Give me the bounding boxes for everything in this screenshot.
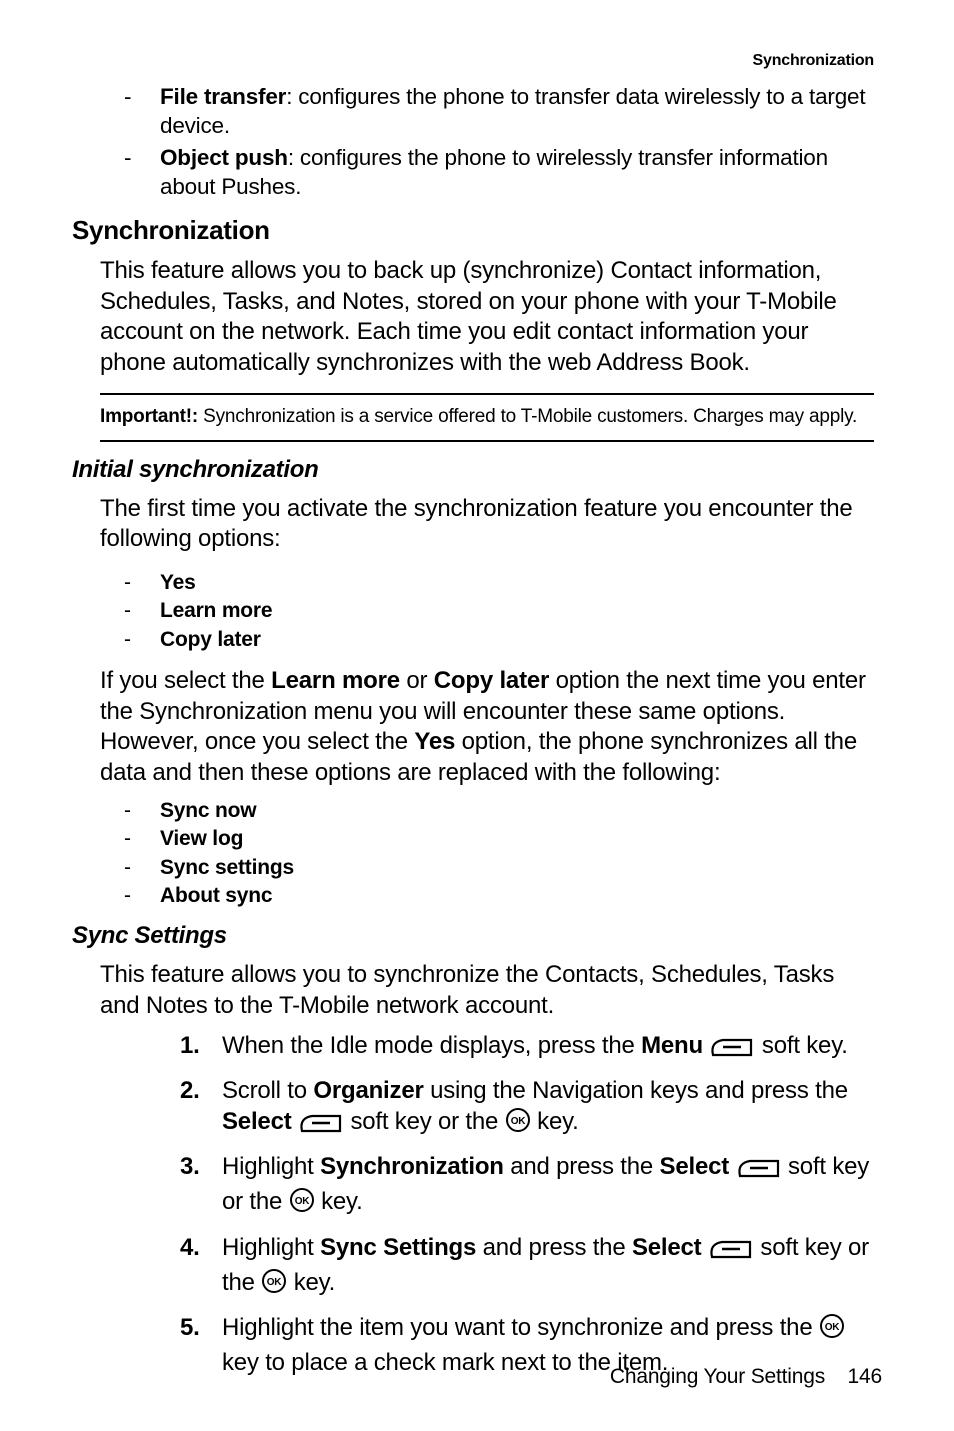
option-item: - Copy later (142, 626, 882, 654)
option-item: - About sync (142, 882, 882, 910)
text-run: and press the (476, 1234, 632, 1261)
body-paragraph: This feature allows you to synchronize t… (100, 960, 874, 1021)
svg-text:OK: OK (510, 1116, 526, 1127)
ok-key-icon: OK (819, 1313, 845, 1347)
text-run: using the Navigation keys and press the (424, 1077, 848, 1104)
option-item: - View log (142, 825, 882, 853)
running-head: Synchronization (72, 52, 874, 70)
svg-text:OK: OK (267, 1277, 283, 1288)
text-run: If you select the (100, 667, 271, 694)
ok-key-icon: OK (505, 1107, 531, 1141)
softkey-icon (708, 1236, 754, 1267)
text-run: key. (294, 1269, 335, 1296)
text-bold: Select (222, 1108, 292, 1135)
body-paragraph: The first time you activate the synchron… (100, 494, 874, 555)
options-list: - Sync now - View log - Sync settings - … (142, 797, 882, 910)
important-note: Important!: Synchronization is a service… (100, 393, 874, 442)
text-run: When the Idle mode displays, press the (222, 1032, 641, 1059)
text-run: or (400, 667, 434, 694)
text-run: Highlight (222, 1153, 320, 1180)
option-label: Sync now (160, 799, 256, 822)
text-run: soft key or the (350, 1108, 504, 1135)
ok-key-icon: OK (289, 1187, 315, 1221)
body-paragraph: If you select the Learn more or Copy lat… (100, 666, 874, 789)
text-bold: Yes (414, 728, 455, 755)
option-label: Sync settings (160, 856, 294, 879)
text-bold: Organizer (313, 1077, 423, 1104)
option-label: View log (160, 827, 243, 850)
step-item: Scroll to Organizer using the Navigation… (180, 1075, 872, 1141)
steps-list: When the Idle mode displays, press the M… (180, 1030, 872, 1379)
step-item: Highlight Synchronization and press the … (180, 1151, 872, 1221)
bullet-item: - Object push: configures the phone to w… (142, 143, 882, 202)
text-run: soft key. (762, 1032, 848, 1059)
text-bold: Menu (641, 1032, 703, 1059)
text-run: and press the (504, 1153, 660, 1180)
text-run: Highlight (222, 1234, 320, 1261)
text-bold: Select (660, 1153, 730, 1180)
svg-text:OK: OK (294, 1196, 310, 1207)
step-item: Highlight Sync Settings and press the Se… (180, 1232, 872, 1302)
option-label: About sync (160, 884, 272, 907)
body-paragraph: This feature allows you to back up (sync… (100, 256, 874, 379)
text-bold: Synchronization (320, 1153, 504, 1180)
important-label: Important!: (100, 406, 198, 427)
bullet-term: Object push (160, 145, 288, 170)
bullet-item: - File transfer: configures the phone to… (142, 82, 882, 141)
section-heading: Synchronization (72, 215, 882, 246)
softkey-icon (736, 1155, 782, 1186)
option-item: - Sync settings (142, 854, 882, 882)
footer-page-number: 146 (848, 1365, 882, 1388)
text-run: Highlight the item you want to synchroni… (222, 1314, 819, 1341)
text-run: key. (537, 1108, 578, 1135)
text-run: Scroll to (222, 1077, 313, 1104)
text-bold: Learn more (271, 667, 400, 694)
intro-bullets: - File transfer: configures the phone to… (142, 82, 882, 201)
step-item: When the Idle mode displays, press the M… (180, 1030, 872, 1065)
option-item: - Sync now (142, 797, 882, 825)
text-run: key to place a check mark next to the it… (222, 1349, 668, 1376)
option-label: Yes (160, 571, 196, 594)
option-label: Copy later (160, 628, 261, 651)
page: Synchronization - File transfer: configu… (0, 0, 954, 1431)
option-label: Learn more (160, 599, 272, 622)
text-bold: Copy later (434, 667, 549, 694)
subsection-heading: Initial synchronization (72, 456, 882, 484)
text-run: key. (321, 1188, 362, 1215)
svg-text:OK: OK (825, 1322, 841, 1333)
bullet-term: File transfer (160, 84, 286, 109)
footer-chapter: Changing Your Settings (610, 1365, 825, 1388)
option-item: - Learn more (142, 597, 882, 625)
text-bold: Select (632, 1234, 702, 1261)
option-item: - Yes (142, 569, 882, 597)
page-footer: Changing Your Settings 146 (610, 1365, 882, 1389)
options-list: - Yes - Learn more - Copy later (142, 569, 882, 654)
subsection-heading: Sync Settings (72, 922, 882, 950)
ok-key-icon: OK (261, 1268, 287, 1302)
text-bold: Sync Settings (320, 1234, 476, 1261)
softkey-icon (298, 1110, 344, 1141)
important-text: Synchronization is a service offered to … (198, 406, 857, 427)
softkey-icon (709, 1034, 755, 1065)
